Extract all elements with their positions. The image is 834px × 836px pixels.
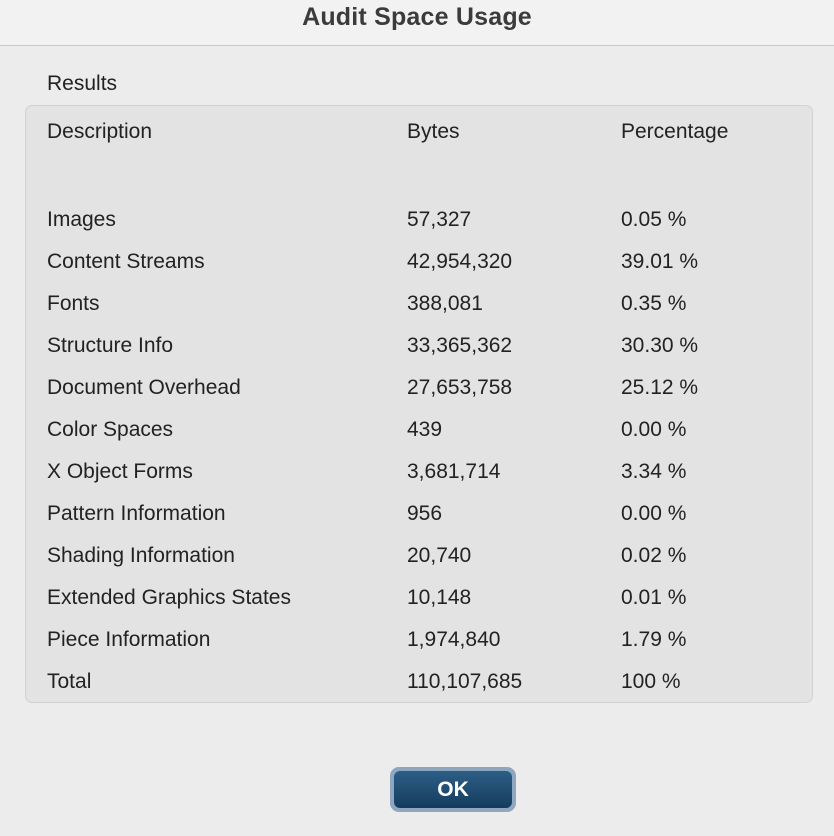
cell-description: Shading Information: [47, 544, 235, 567]
cell-description: Color Spaces: [47, 418, 174, 441]
cell-bytes: 1,974,840: [407, 628, 501, 651]
cell-percentage: 0.01 %: [621, 586, 687, 609]
cell-description: Fonts: [47, 292, 100, 315]
column-header-percentage: Percentage: [621, 120, 729, 143]
window-title: Audit Space Usage: [302, 3, 532, 31]
cell-percentage: 0.00 %: [621, 418, 687, 441]
column-header-description: Description: [47, 120, 153, 143]
cell-bytes: 110,107,685: [407, 670, 523, 693]
cell-bytes: 20,740: [407, 544, 472, 567]
cell-bytes: 10,148: [407, 586, 472, 609]
ok-button-label: OK: [394, 771, 512, 808]
title-bar: Audit Space Usage: [0, 0, 834, 46]
cell-percentage: 0.35 %: [621, 292, 687, 315]
cell-description: Pattern Information: [47, 502, 226, 525]
cell-bytes: 33,365,362: [407, 334, 513, 357]
cell-percentage: 25.12 %: [621, 376, 699, 399]
cell-bytes: 439: [407, 418, 443, 441]
cell-bytes: 956: [407, 502, 443, 525]
cell-percentage: 3.34 %: [621, 460, 687, 483]
ok-button[interactable]: OK: [390, 767, 516, 812]
cell-percentage: 100 %: [621, 670, 681, 693]
cell-percentage: 39.01 %: [621, 250, 699, 273]
results-table: Description Bytes Percentage Images 57,32…: [25, 105, 813, 703]
cell-bytes: 388,081: [407, 292, 483, 315]
results-label: Results: [47, 72, 118, 95]
cell-bytes: 42,954,320: [407, 250, 513, 273]
cell-description: Images: [47, 208, 116, 231]
cell-description: X Object Forms: [47, 460, 193, 483]
cell-description: Piece Information: [47, 628, 211, 651]
cell-description: Content Streams: [47, 250, 205, 273]
cell-bytes: 57,327: [407, 208, 472, 231]
cell-description: Document Overhead: [47, 376, 241, 399]
cell-bytes: 27,653,758: [407, 376, 513, 399]
cell-description: Total: [47, 670, 92, 693]
cell-percentage: 0.05 %: [621, 208, 687, 231]
cell-percentage: 1.79 %: [621, 628, 687, 651]
cell-percentage: 30.30 %: [621, 334, 699, 357]
column-header-bytes: Bytes: [407, 120, 460, 143]
cell-percentage: 0.02 %: [621, 544, 687, 567]
cell-description: Structure Info: [47, 334, 174, 357]
cell-percentage: 0.00 %: [621, 502, 687, 525]
cell-description: Extended Graphics States: [47, 586, 291, 609]
cell-bytes: 3,681,714: [407, 460, 501, 483]
